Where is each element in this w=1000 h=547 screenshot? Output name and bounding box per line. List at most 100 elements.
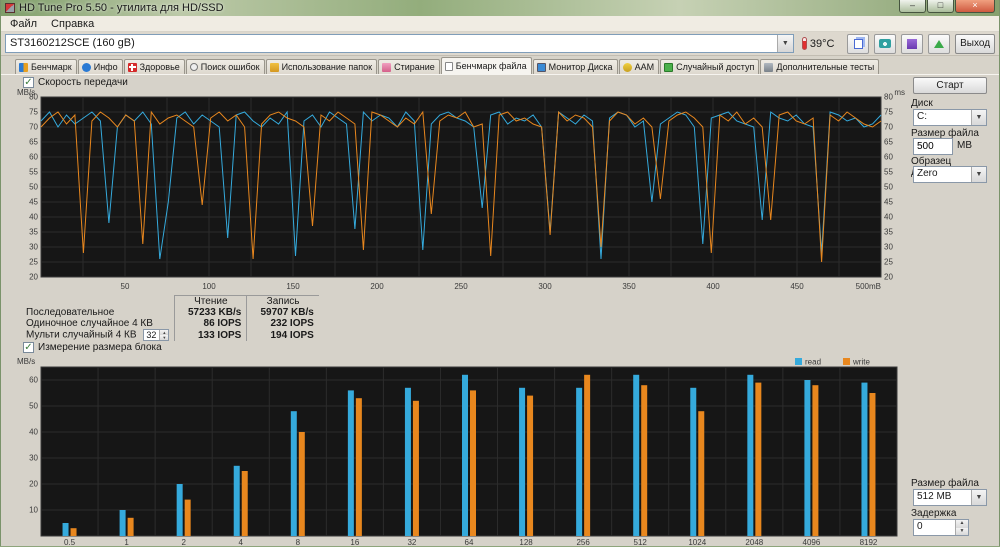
tab-disk-monitor[interactable]: Монитор Диска: [533, 59, 618, 74]
screenshot-button[interactable]: [874, 34, 896, 54]
svg-text:70: 70: [29, 123, 38, 132]
app-icon: [5, 3, 15, 13]
svg-text:55: 55: [29, 168, 38, 177]
svg-text:500mB: 500mB: [856, 282, 881, 291]
svg-text:45: 45: [884, 198, 893, 207]
table-header-row: Чтение Запись: [21, 296, 319, 308]
svg-text:40: 40: [29, 213, 38, 222]
copy-icon: [854, 39, 863, 49]
svg-text:60: 60: [29, 153, 38, 162]
tab-folder-usage[interactable]: Использование папок: [266, 59, 378, 74]
svg-text:75: 75: [29, 108, 38, 117]
disk-label: Диск: [911, 98, 987, 109]
svg-text:50: 50: [29, 402, 38, 411]
delay-spinner[interactable]: 0 ▲▼: [913, 519, 969, 536]
svg-text:25: 25: [884, 258, 893, 267]
chevron-down-icon[interactable]: ▼: [971, 110, 986, 125]
svg-text:65: 65: [29, 138, 38, 147]
tab-erase[interactable]: Стирание: [378, 59, 440, 74]
tab-extra-tests[interactable]: Дополнительные тесты: [760, 59, 879, 74]
tab-strip: Бенчмарк Инфо Здоровье Поиск ошибок Испо…: [1, 56, 999, 74]
block-size-chart: 1020304050600.51248163264128256512102420…: [15, 355, 907, 547]
svg-text:300: 300: [538, 282, 552, 291]
start-button[interactable]: Старт: [913, 77, 987, 94]
eraser-icon: [382, 63, 391, 72]
drive-select-value: ST3160212SCE (160 gB): [6, 35, 777, 52]
pattern-select[interactable]: Zero ▼: [913, 166, 987, 183]
spin-down-icon[interactable]: ▼: [956, 528, 968, 536]
svg-text:60: 60: [29, 376, 38, 385]
svg-text:25: 25: [29, 258, 38, 267]
svg-text:50: 50: [884, 183, 893, 192]
file-size2-select[interactable]: 512 MB ▼: [913, 489, 987, 506]
maximize-button[interactable]: □: [927, 0, 954, 13]
svg-text:65: 65: [884, 138, 893, 147]
svg-text:200: 200: [370, 282, 384, 291]
svg-text:60: 60: [884, 153, 893, 162]
benchmark-icon: [19, 63, 28, 72]
tab-file-benchmark[interactable]: Бенчмарк файла: [441, 57, 532, 74]
svg-text:75: 75: [884, 108, 893, 117]
svg-text:read: read: [805, 358, 821, 367]
table-row: Последовательное 57233 KB/s 59707 KB/s: [21, 307, 319, 318]
read-column-header: Чтение: [175, 296, 247, 308]
spin-down-icon[interactable]: ▼: [160, 335, 168, 340]
svg-text:10: 10: [29, 506, 38, 515]
search-icon: [190, 63, 198, 71]
svg-text:20: 20: [29, 480, 38, 489]
svg-text:350: 350: [622, 282, 636, 291]
close-button[interactable]: ×: [955, 0, 995, 13]
chevron-down-icon[interactable]: ▼: [971, 167, 986, 182]
info-icon: [82, 63, 91, 72]
svg-text:write: write: [852, 358, 870, 367]
tab-aam[interactable]: AAM: [619, 59, 660, 74]
minimize-button[interactable]: –: [899, 0, 926, 13]
app-window: HD Tune Pro 5.50 - утилита для HD/SSD – …: [0, 0, 1000, 546]
svg-text:35: 35: [29, 228, 38, 237]
tab-benchmark[interactable]: Бенчмарк: [15, 59, 77, 74]
svg-text:35: 35: [884, 228, 893, 237]
exit-button[interactable]: Выход: [955, 34, 995, 54]
chevron-down-icon[interactable]: ▼: [971, 490, 986, 505]
menu-item-file[interactable]: Файл: [3, 17, 44, 31]
save-icon: [907, 39, 917, 49]
tab-info[interactable]: Инфо: [78, 59, 123, 74]
chevron-down-icon[interactable]: ▼: [777, 35, 793, 52]
temperature-value: 39°C: [810, 38, 835, 50]
delay-label: Задержка: [911, 508, 987, 519]
disk-select[interactable]: C: ▼: [913, 109, 987, 126]
drive-select[interactable]: ST3160212SCE (160 gB) ▼: [5, 34, 794, 53]
tab-health[interactable]: Здоровье: [124, 59, 185, 74]
svg-text:250: 250: [454, 282, 468, 291]
svg-text:MB/s: MB/s: [17, 88, 35, 97]
block-size-checkbox[interactable]: ✓ Измерение размера блока: [23, 342, 162, 353]
file-icon: [445, 62, 453, 71]
svg-text:30: 30: [29, 454, 38, 463]
svg-text:450: 450: [790, 282, 804, 291]
svg-text:50: 50: [29, 183, 38, 192]
svg-text:55: 55: [884, 168, 893, 177]
file-size-unit: MB: [957, 140, 987, 151]
spin-up-icon[interactable]: ▲: [956, 520, 968, 528]
menu-item-help[interactable]: Справка: [44, 17, 101, 31]
svg-text:30: 30: [29, 243, 38, 252]
save-button[interactable]: [901, 34, 923, 54]
window-titlebar[interactable]: HD Tune Pro 5.50 - утилита для HD/SSD – …: [1, 0, 999, 16]
transfer-speed-chart: 2020252530303535404045455050555560606565…: [15, 87, 907, 293]
svg-text:20: 20: [884, 273, 893, 282]
file-size-input[interactable]: [913, 138, 953, 155]
thermometer-icon: [802, 37, 807, 50]
copy-screenshot-button[interactable]: [847, 34, 869, 54]
tests-icon: [764, 63, 773, 72]
upload-button[interactable]: [928, 34, 950, 54]
tab-error-scan[interactable]: Поиск ошибок: [186, 59, 265, 74]
checkbox-check-icon: ✓: [23, 342, 34, 353]
tab-random-access[interactable]: Случайный доступ: [660, 59, 759, 74]
svg-text:ms: ms: [894, 88, 905, 97]
svg-text:100: 100: [202, 282, 216, 291]
svg-text:40: 40: [884, 213, 893, 222]
menu-bar: Файл Справка: [1, 16, 999, 32]
svg-text:70: 70: [884, 123, 893, 132]
queue-depth-spinner[interactable]: 32 ▲▼: [143, 329, 169, 341]
window-title: HD Tune Pro 5.50 - утилита для HD/SSD: [19, 2, 224, 14]
